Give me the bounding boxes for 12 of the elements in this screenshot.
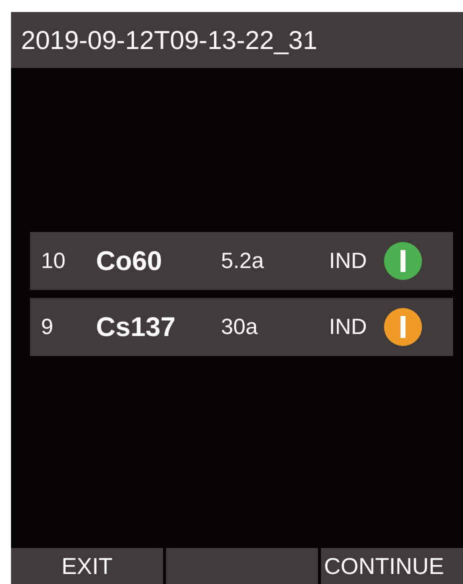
blank-softkey[interactable]	[166, 548, 318, 584]
softkey[interactable]: CONTINUE	[321, 548, 463, 584]
source-type: IND	[329, 248, 368, 274]
nuclide-name: Co60	[96, 246, 164, 276]
source-type: IND	[329, 314, 368, 340]
softkey[interactable]: EXIT	[11, 548, 163, 584]
source-number: 9	[40, 314, 54, 340]
half-life: 30a	[221, 314, 259, 340]
nuclide-name: Cs137	[96, 312, 177, 342]
half-life: 5.2a	[221, 248, 265, 274]
source-number: 10	[40, 248, 66, 274]
window-title: 2019-09-12T09-13-22_31	[11, 12, 463, 68]
